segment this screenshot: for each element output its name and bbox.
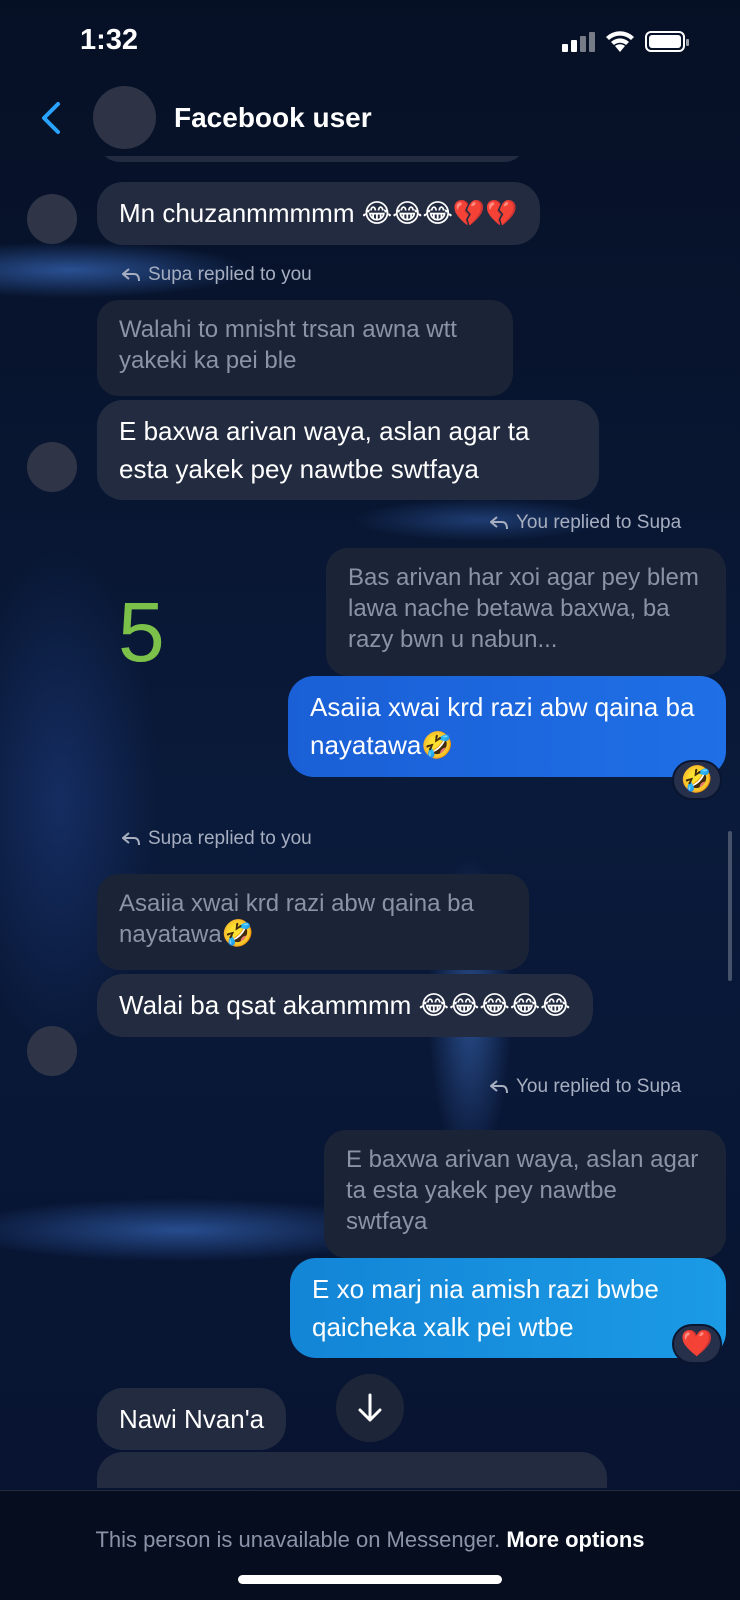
message-emoji: 😂😂😂😂😂 xyxy=(418,991,571,1021)
message-text: E baxwa arivan waya, aslan agar ta esta … xyxy=(119,416,530,484)
reply-label: You replied to Supa xyxy=(490,1076,681,1098)
quoted-text: E baxwa arivan waya, aslan agar ta esta … xyxy=(346,1146,699,1235)
reply-label-text: Supa replied to you xyxy=(148,264,312,285)
reaction-badge[interactable]: 🤣 xyxy=(672,760,722,800)
reply-arrow-icon xyxy=(122,268,140,282)
wifi-icon xyxy=(606,31,634,52)
footer-text: This person is unavailable on Messenger.… xyxy=(0,1527,740,1553)
back-chevron-icon[interactable] xyxy=(36,98,68,138)
quoted-message[interactable]: Bas arivan har xoi agar pey blem lawa na… xyxy=(326,548,726,676)
contact-avatar[interactable] xyxy=(93,86,156,149)
quoted-message[interactable]: E baxwa arivan waya, aslan agar ta esta … xyxy=(324,1130,726,1258)
message-bubble[interactable]: Nawi Nvan'a xyxy=(97,1388,287,1450)
contact-name[interactable]: Facebook user xyxy=(174,102,372,134)
message-list[interactable]: Mn chuzanmmmmm 😂😂😂💔💔 Supa replied to you… xyxy=(0,156,740,1488)
sender-avatar xyxy=(27,194,77,244)
message-emoji: 🤣 xyxy=(421,731,454,761)
arrow-down-icon xyxy=(358,1393,382,1422)
message-bubble[interactable]: E baxwa arivan waya, aslan agar ta esta … xyxy=(97,400,599,500)
reply-label: Supa replied to you xyxy=(122,828,312,850)
quoted-text: Bas arivan har xoi agar pey blem lawa na… xyxy=(348,564,699,653)
scroll-to-bottom-button[interactable] xyxy=(336,1374,404,1442)
quoted-message[interactable]: Walahi to mnisht trsan awna wtt yakeki k… xyxy=(97,300,513,396)
unavailable-footer: This person is unavailable on Messenger.… xyxy=(0,1490,740,1600)
reply-label: You replied to Supa xyxy=(490,512,681,534)
sender-avatar xyxy=(27,442,77,492)
more-options-link[interactable]: More options xyxy=(506,1527,644,1552)
home-indicator[interactable] xyxy=(238,1575,502,1584)
message-bubble-outgoing[interactable]: Asaiia xwai krd razi abw qaina ba nayata… xyxy=(288,676,726,777)
cellular-signal-icon xyxy=(562,30,595,52)
unavailable-notice: This person is unavailable on Messenger. xyxy=(95,1527,501,1552)
message-text: Mn chuzanmmmmm xyxy=(119,198,355,228)
overlay-number: 5 xyxy=(118,585,165,679)
reply-label-text: You replied to Supa xyxy=(516,512,682,533)
status-time: 1:32 xyxy=(80,24,139,56)
message-bubble[interactable]: Walai ba qsat akammmm 😂😂😂😂😂 xyxy=(97,974,593,1037)
message-bubble-partial[interactable] xyxy=(97,1452,607,1488)
reply-label-text: You replied to Supa xyxy=(516,1076,682,1097)
message-text: Walai ba qsat akammmm xyxy=(119,990,412,1020)
quoted-text: Walahi to mnisht trsan awna wtt yakeki k… xyxy=(119,316,457,374)
message-bubble[interactable]: Mn chuzanmmmmm 😂😂😂💔💔 xyxy=(97,182,540,245)
reply-label: Supa replied to you xyxy=(122,264,312,286)
reply-label-text: Supa replied to you xyxy=(148,828,312,849)
reaction-badge[interactable]: ❤️ xyxy=(672,1324,722,1364)
quoted-text: Asaiia xwai krd razi abw qaina ba nayata… xyxy=(119,890,474,948)
scrollbar[interactable] xyxy=(728,831,732,981)
conversation-header: Facebook user xyxy=(0,80,740,156)
reply-arrow-icon xyxy=(122,832,140,846)
message-bubble-outgoing[interactable]: E xo marj nia amish razi bwbe qaicheka x… xyxy=(290,1258,726,1358)
message-text: Nawi Nvan'a xyxy=(119,1404,265,1434)
reaction-emoji: ❤️ xyxy=(680,1329,714,1359)
quoted-message[interactable]: Asaiia xwai krd razi abw qaina ba nayata… xyxy=(97,874,529,970)
message-bubble-partial[interactable] xyxy=(97,156,527,162)
quoted-emoji: 🤣 xyxy=(221,919,255,949)
sender-avatar xyxy=(27,1026,77,1076)
reply-arrow-icon xyxy=(490,516,508,530)
reply-arrow-icon xyxy=(490,1080,508,1094)
message-text: E xo marj nia amish razi bwbe qaicheka x… xyxy=(312,1274,659,1342)
battery-icon xyxy=(645,31,689,52)
status-bar: 1:32 xyxy=(0,0,740,80)
message-text: Asaiia xwai krd razi abw qaina ba nayata… xyxy=(310,692,695,760)
message-emoji: 😂😂😂💔💔 xyxy=(361,199,518,229)
reaction-emoji: 🤣 xyxy=(680,765,714,795)
